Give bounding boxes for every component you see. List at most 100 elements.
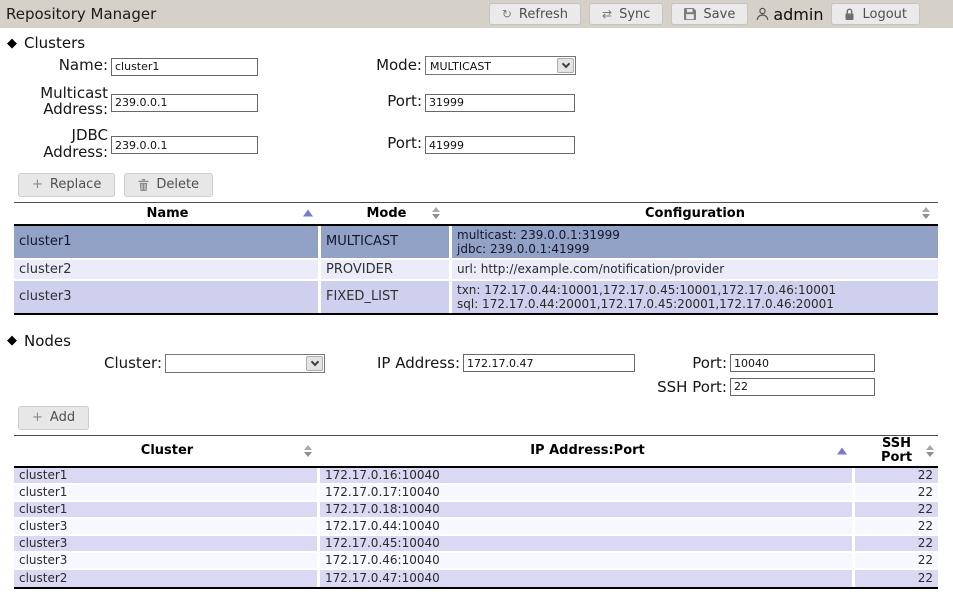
add-label: Add (50, 410, 75, 425)
plus-icon: + (32, 178, 43, 191)
mode-select[interactable]: MULTICAST (425, 56, 576, 75)
sort-ascending-icon (837, 447, 847, 454)
node-port-input[interactable] (730, 354, 875, 372)
clusters-form: Name: Mode: MULTICAST Multicast Address:… (0, 55, 953, 161)
column-header-configuration[interactable]: Configuration (452, 202, 938, 226)
table-row[interactable]: cluster1 172.17.0.18:10040 22 (14, 502, 938, 519)
table-row[interactable]: cluster3 172.17.0.45:10040 22 (14, 536, 938, 553)
node-cluster-cell: cluster1 (14, 468, 320, 485)
node-ssh-cell: 22 (855, 519, 938, 536)
nodes-section-heading: ◆ Nodes (7, 332, 953, 350)
node-ip-cell: 172.17.0.17:10040 (320, 485, 855, 502)
trash-icon (138, 179, 149, 191)
clusters-section-heading: ◆ Clusters (7, 34, 953, 52)
node-cluster-cell: cluster1 (14, 485, 320, 502)
chevron-down-icon (557, 58, 574, 73)
node-ip-cell: 172.17.0.44:10040 (320, 519, 855, 536)
node-cluster-cell: cluster1 (14, 502, 320, 519)
sort-both-icon (432, 207, 440, 219)
cluster-select-value (166, 355, 324, 358)
table-row[interactable]: cluster3 172.17.0.46:10040 22 (14, 553, 938, 570)
diamond-icon: ◆ (7, 334, 17, 347)
ip-address-input[interactable] (463, 354, 635, 372)
save-button[interactable]: Save (671, 3, 748, 25)
node-ssh-cell: 22 (855, 485, 938, 502)
top-bar: Repository Manager ↻ Refresh ⇄ Sync Save… (0, 0, 953, 28)
node-ip-cell: 172.17.0.16:10040 (320, 468, 855, 485)
delete-button[interactable]: Delete (124, 173, 213, 197)
node-cluster-cell: cluster3 (14, 519, 320, 536)
cluster-mode-cell: FIXED_LIST (321, 281, 452, 313)
table-row[interactable]: cluster3 172.17.0.44:10040 22 (14, 519, 938, 536)
jdbc-address-input[interactable] (111, 136, 258, 154)
cluster-select[interactable] (165, 354, 325, 373)
sort-both-icon (926, 445, 934, 457)
refresh-button[interactable]: ↻ Refresh (489, 3, 581, 25)
node-ip-cell: 172.17.0.47:10040 (320, 570, 855, 587)
cluster-name-input[interactable] (111, 58, 258, 76)
replace-label: Replace (50, 177, 101, 192)
clusters-heading-label: Clusters (24, 34, 85, 52)
multicast-port-label: Port: (264, 93, 422, 110)
sync-icon: ⇄ (602, 8, 612, 20)
column-header-cluster[interactable]: Cluster (14, 435, 320, 468)
column-header-name[interactable]: Name (14, 202, 321, 226)
ip-address-label: IP Address: (325, 354, 460, 372)
column-header-ip-address-port[interactable]: IP Address:Port (320, 435, 855, 468)
name-label: Name: (0, 57, 108, 74)
table-row[interactable]: cluster2 PROVIDER url: http://example.co… (14, 260, 938, 281)
node-ssh-cell: 22 (855, 536, 938, 553)
column-header-mode[interactable]: Mode (321, 202, 452, 226)
ssh-port-input[interactable] (730, 378, 875, 396)
jdbc-port-input[interactable] (425, 136, 575, 154)
refresh-icon: ↻ (502, 8, 512, 20)
multicast-port-input[interactable] (425, 94, 575, 112)
table-row[interactable]: cluster1 172.17.0.17:10040 22 (14, 485, 938, 502)
clusters-table: Name Mode Configuration cluster1 MULTICA… (14, 202, 938, 315)
table-row[interactable]: cluster1 172.17.0.16:10040 22 (14, 468, 938, 485)
node-ssh-cell: 22 (855, 502, 938, 519)
ssh-port-label: SSH Port: (582, 378, 727, 396)
nodes-table-header-row: Cluster IP Address:Port SSH Port (14, 435, 938, 468)
nodes-form: Cluster: IP Address: Port: SSH Port: (0, 354, 953, 396)
plus-icon: + (32, 411, 43, 424)
table-row[interactable]: cluster1 MULTICAST multicast: 239.0.0.1:… (14, 226, 938, 260)
mode-label: Mode: (264, 57, 422, 74)
node-port-label: Port: (635, 354, 727, 372)
sort-ascending-icon (303, 210, 313, 217)
cluster-config-cell: multicast: 239.0.0.1:31999 jdbc: 239.0.0… (452, 226, 938, 260)
multicast-address-input[interactable] (111, 94, 258, 112)
node-cluster-cell: cluster3 (14, 553, 320, 570)
sync-button[interactable]: ⇄ Sync (589, 3, 663, 25)
table-row[interactable]: cluster2 172.17.0.47:10040 22 (14, 570, 938, 587)
replace-button[interactable]: + Replace (18, 173, 115, 197)
node-cluster-cell: cluster3 (14, 536, 320, 553)
topbar-actions: ↻ Refresh ⇄ Sync Save admin Logout (489, 3, 953, 25)
sort-both-icon (304, 445, 312, 457)
nodes-heading-label: Nodes (24, 332, 71, 350)
nodes-actions: + Add (18, 406, 953, 430)
cluster-name-cell: cluster3 (14, 281, 321, 313)
table-row[interactable]: cluster3 FIXED_LIST txn: 172.17.0.44:100… (14, 281, 938, 313)
diamond-icon: ◆ (7, 37, 17, 50)
cluster-mode-cell: MULTICAST (321, 226, 452, 260)
jdbc-address-label: JDBC Address: (0, 127, 108, 161)
column-header-ssh-port[interactable]: SSH Port (855, 435, 938, 468)
refresh-label: Refresh (519, 7, 568, 22)
add-button[interactable]: + Add (18, 406, 89, 430)
chevron-down-icon (306, 356, 323, 371)
cluster-config-cell: txn: 172.17.0.44:10001,172.17.0.45:10001… (452, 281, 938, 313)
current-user: admin (756, 5, 823, 24)
jdbc-port-label: Port: (264, 135, 422, 152)
logout-label: Logout (862, 7, 907, 22)
node-ssh-cell: 22 (855, 553, 938, 570)
logout-button[interactable]: Logout (831, 3, 920, 25)
clusters-actions: + Replace Delete (18, 173, 953, 197)
node-cluster-cell: cluster2 (14, 570, 320, 587)
node-ip-cell: 172.17.0.45:10040 (320, 536, 855, 553)
lock-icon (844, 8, 855, 21)
user-icon (756, 7, 769, 21)
cluster-name-cell: cluster1 (14, 226, 321, 260)
node-ip-cell: 172.17.0.46:10040 (320, 553, 855, 570)
cluster-select-label: Cluster: (0, 354, 162, 372)
